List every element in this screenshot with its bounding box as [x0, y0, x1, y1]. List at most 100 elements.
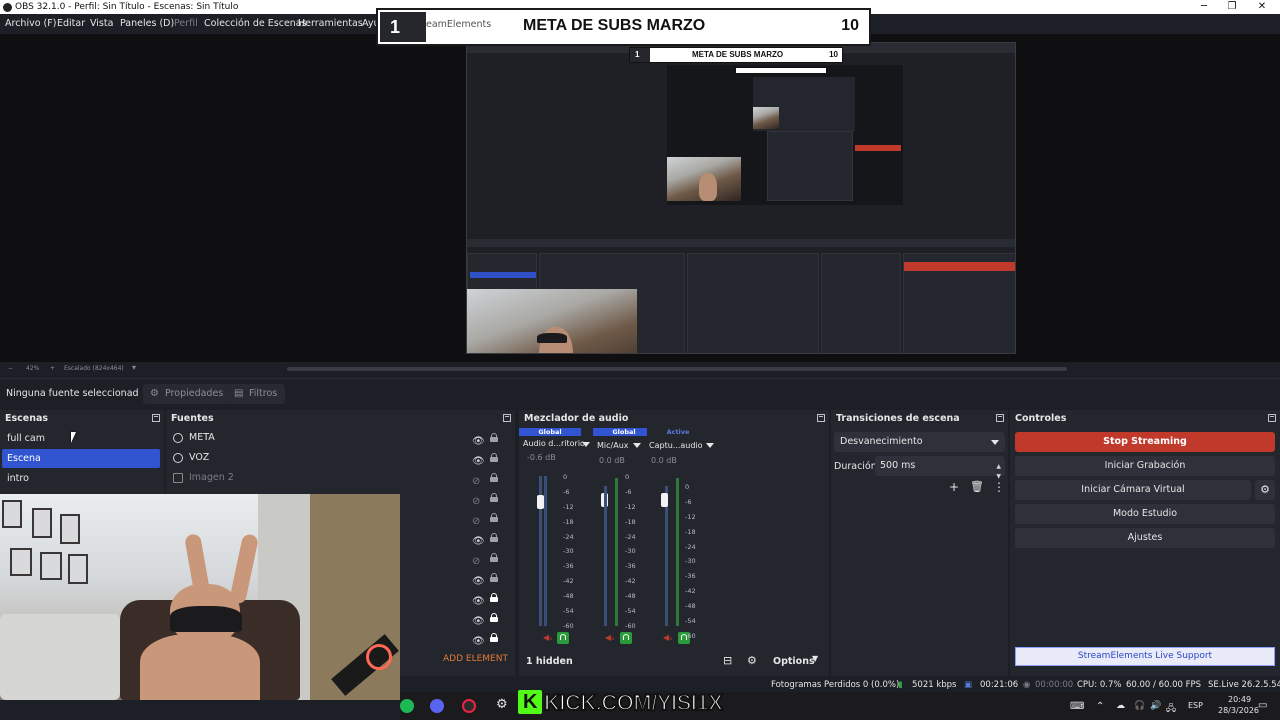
headphones-icon[interactable]	[620, 632, 632, 644]
lock-icon[interactable]	[490, 493, 498, 502]
mixer-channel-desktop: Global Audio d...ritorio -0.6 dB ◀ₓ 0 -6 -…	[519, 428, 590, 664]
scene-item-intro[interactable]: intro	[2, 469, 160, 488]
db-tick-label: -60	[685, 631, 696, 640]
nested-cam-2	[667, 157, 741, 201]
lock-icon[interactable]	[490, 513, 498, 522]
spotify-icon[interactable]	[400, 699, 414, 713]
mixer-settings-icon[interactable]: ⚙	[747, 654, 757, 667]
lock-icon[interactable]	[490, 633, 498, 642]
volume-icon[interactable]: 🔊	[1150, 701, 1161, 711]
start-virtual-camera-button[interactable]: Iniciar Cámara Virtual	[1015, 480, 1251, 500]
start-recording-button[interactable]: Iniciar Grabación	[1015, 456, 1275, 476]
chevron-down-icon[interactable]	[582, 442, 590, 447]
options-button[interactable]: Options	[773, 656, 815, 667]
db-tick-label: -36	[625, 562, 636, 571]
filter-icon: ▤	[234, 388, 244, 399]
nested-mixer	[687, 253, 819, 353]
maximize-button[interactable]: ❐	[1218, 0, 1246, 14]
lock-icon[interactable]	[490, 453, 498, 462]
source-item-imagen-2[interactable]: Imagen 2 ⊘	[168, 468, 513, 488]
duration-input[interactable]: 500 ms ▲ ▼	[875, 456, 1005, 480]
chevron-down-icon[interactable]: ▼	[812, 654, 818, 663]
nested-preview: 1 META DE SUBS MARZO 10 KICK.COM/YISI1X	[466, 42, 1016, 354]
network-icon[interactable]: 🖧	[1166, 701, 1176, 717]
add-element-button[interactable]: ADD ELEMENT	[443, 654, 508, 664]
zoom-dropdown-icon[interactable]: ▾	[132, 363, 136, 372]
lock-icon[interactable]	[490, 533, 498, 542]
keyboard-icon[interactable]: ⌨	[1070, 701, 1084, 712]
chevron-up-icon[interactable]: ⌃	[1096, 701, 1104, 712]
scene-item-full-cam[interactable]: full cam	[2, 429, 160, 448]
chevron-down-icon[interactable]	[706, 443, 714, 448]
preview-scrollbar[interactable]	[287, 367, 1067, 371]
clock-date[interactable]: 28/3/2026	[1218, 706, 1259, 715]
menu-scene-collection[interactable]: Colección de Escenas	[204, 18, 307, 29]
undock-icon[interactable]	[817, 414, 825, 422]
mixer-layout-icon[interactable]: ⊟	[723, 654, 732, 667]
lock-icon[interactable]	[490, 593, 498, 602]
controls-dock: Controles Stop Streaming Iniciar Grabaci…	[1010, 410, 1280, 690]
trash-icon[interactable]: 🗑	[970, 480, 984, 493]
nested-goal-banner-2	[735, 67, 827, 74]
virtual-camera-gear-icon[interactable]: ⚙	[1255, 480, 1275, 500]
minimize-button[interactable]: ─	[1190, 0, 1218, 14]
filters-button[interactable]: ▤ Filtros	[227, 384, 286, 404]
menu-edit[interactable]: Editar	[57, 18, 85, 29]
settings-button[interactable]: Ajustes	[1015, 528, 1275, 548]
undock-icon[interactable]	[503, 414, 511, 422]
menu-docks[interactable]: Paneles (D)	[120, 18, 174, 29]
close-button[interactable]: ✕	[1248, 0, 1276, 14]
zoom-in-icon[interactable]: +	[50, 365, 55, 372]
headphones-icon[interactable]	[557, 632, 569, 644]
volume-fader[interactable]	[537, 494, 544, 509]
lock-icon[interactable]	[490, 613, 498, 622]
chevron-down-icon[interactable]	[633, 443, 641, 448]
cloud-icon[interactable]: ☁	[1116, 701, 1125, 711]
streamelements-support-button[interactable]: StreamElements Live Support	[1015, 647, 1275, 666]
menu-view[interactable]: Vista	[90, 18, 113, 29]
clock-time[interactable]: 20:49	[1228, 695, 1251, 704]
lock-icon[interactable]	[490, 573, 498, 582]
notifications-icon[interactable]: ▭	[1258, 700, 1267, 711]
undock-icon[interactable]	[1268, 414, 1276, 422]
menu-profile[interactable]: Perfil	[174, 18, 198, 29]
mute-icon[interactable]: ◀ₓ	[543, 633, 553, 642]
scene-item-escena[interactable]: Escena	[2, 449, 160, 468]
db-tick-label: -24	[625, 532, 636, 541]
language-indicator[interactable]: ESP	[1188, 701, 1203, 710]
headset-icon[interactable]: 🎧	[1134, 701, 1145, 711]
wall-frame	[2, 500, 22, 528]
volume-fader[interactable]	[661, 493, 668, 507]
preview-canvas[interactable]: 1 META DE SUBS MARZO 10 KICK.COM/YISI1X	[0, 34, 1280, 362]
goal-count: 10	[841, 17, 859, 34]
menu-file[interactable]: Archivo (F)	[5, 18, 56, 29]
studio-mode-button[interactable]: Modo Estudio	[1015, 504, 1275, 524]
add-icon[interactable]: +	[949, 480, 959, 494]
properties-button[interactable]: ⚙ Propiedades	[143, 384, 232, 404]
bitrate: 5021 kbps	[912, 680, 957, 690]
settings-gear-icon[interactable]: ⚙	[496, 697, 508, 712]
db-tick-label: -24	[563, 532, 574, 541]
lock-icon[interactable]	[490, 553, 498, 562]
db-tick-label: -30	[563, 547, 574, 556]
more-vertical-icon[interactable]: ⋮	[993, 480, 1005, 494]
menu-tools[interactable]: Herramientas	[298, 18, 363, 29]
nested-transitions	[821, 253, 901, 353]
zoom-out-icon[interactable]: −	[8, 365, 13, 372]
undock-icon[interactable]	[996, 414, 1004, 422]
hidden-count: 1 hidden	[526, 656, 573, 667]
lock-icon[interactable]	[490, 473, 498, 482]
mute-icon[interactable]: ◀ₓ	[605, 633, 615, 642]
obs-icon[interactable]	[462, 699, 476, 713]
lock-icon[interactable]	[490, 433, 498, 442]
stop-streaming-button[interactable]: Stop Streaming	[1015, 432, 1275, 452]
source-item-meta[interactable]: META 👁	[168, 428, 513, 448]
visibility-eye-icon[interactable]: 👁	[472, 632, 485, 652]
undock-icon[interactable]	[152, 414, 160, 422]
db-tick-label: -12	[685, 512, 696, 521]
db-tick-label: 0	[685, 483, 690, 491]
discord-icon[interactable]	[430, 699, 444, 713]
transition-select[interactable]: Desvanecimiento	[834, 432, 1005, 452]
source-item-voz[interactable]: VOZ 👁	[168, 448, 513, 468]
mute-icon[interactable]: ◀ₓ	[663, 633, 673, 642]
